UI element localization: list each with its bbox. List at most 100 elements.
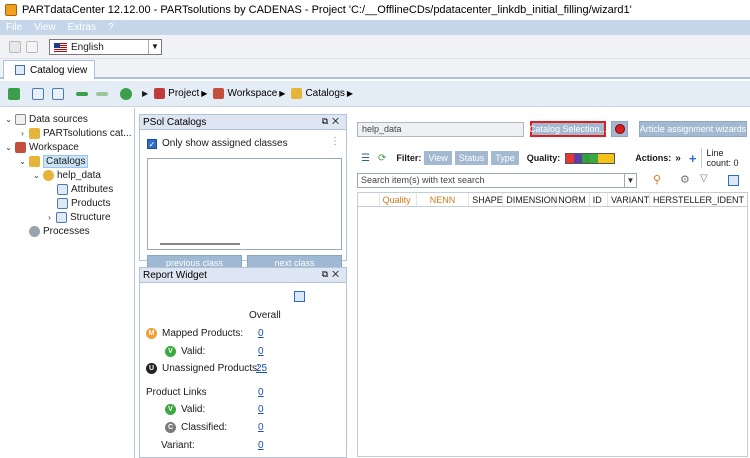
- tree-item-catalogs[interactable]: ⌄ Catalogs: [18, 154, 89, 168]
- results-table-header: Quality NENN SHAPE DIMENSION NORM ID VAR…: [357, 192, 748, 207]
- psol-header: PSol Catalogs ⧉✕: [139, 114, 347, 130]
- save-icon[interactable]: [728, 175, 739, 186]
- psol-title: PSol Catalogs: [143, 116, 207, 128]
- collapse-icon[interactable]: ⌄: [18, 157, 27, 166]
- report-title: Report Widget: [143, 269, 207, 281]
- sync-icon[interactable]: [120, 87, 132, 100]
- actions-more-button[interactable]: »: [675, 153, 681, 164]
- nav-chevron-icon[interactable]: ▶: [142, 89, 148, 98]
- tree-item-help-data[interactable]: ⌄ help_data: [32, 168, 101, 182]
- list-view-icon[interactable]: ☰: [361, 153, 370, 164]
- help-data-icon: [43, 169, 54, 181]
- filter-icon[interactable]: ▽: [700, 173, 708, 184]
- stop-button[interactable]: [611, 121, 628, 137]
- unassigned-products-link[interactable]: 25: [256, 363, 267, 374]
- chevron-right-icon[interactable]: ▶: [347, 89, 353, 98]
- pl-valid-label: Valid:: [181, 404, 206, 415]
- collapse-icon[interactable]: ⌄: [32, 171, 41, 180]
- quality-label: Quality:: [526, 153, 561, 163]
- filter-type-dropdown[interactable]: Type: [491, 151, 519, 165]
- mapped-products-link[interactable]: 0: [258, 328, 264, 339]
- refresh-icon[interactable]: ⟳: [378, 153, 386, 164]
- valid-link[interactable]: 0: [258, 346, 264, 357]
- column-dimension[interactable]: DIMENSION: [503, 193, 557, 206]
- quality-bar[interactable]: [565, 152, 616, 164]
- arrow-right-icon[interactable]: [96, 91, 108, 96]
- arrow-left-icon[interactable]: [76, 91, 88, 96]
- variant-link[interactable]: 0: [258, 440, 264, 451]
- tree-item-data-sources[interactable]: ⌄ Data sources: [4, 112, 88, 126]
- pl-valid-link[interactable]: 0: [258, 404, 264, 415]
- panel-controls[interactable]: ⧉✕: [322, 269, 343, 280]
- gear-icon[interactable]: ⚙: [680, 173, 690, 186]
- chevron-right-icon[interactable]: ▶: [279, 89, 285, 98]
- filter-view-dropdown[interactable]: View: [424, 151, 452, 165]
- only-assigned-checkbox[interactable]: ✓ Only show assigned classes: [147, 138, 288, 149]
- tree-label: Products: [71, 197, 111, 209]
- tree-item-attributes[interactable]: Attributes: [55, 182, 113, 196]
- menu-help[interactable]: ?: [108, 22, 114, 33]
- collapse-icon[interactable]: ⌄: [4, 115, 13, 124]
- back-icon[interactable]: [8, 87, 20, 100]
- catalog-field[interactable]: help_data: [357, 122, 524, 137]
- article-assignment-wizards-button[interactable]: Article assignment wizards: [639, 121, 747, 137]
- tree-item-workspace[interactable]: ⌄ Workspace: [4, 140, 79, 154]
- chevron-down-icon[interactable]: ▼: [624, 174, 636, 187]
- quality-segment: [598, 153, 607, 163]
- split-pane-icon[interactable]: [52, 87, 64, 100]
- tree-item-structure[interactable]: › Structure: [45, 210, 111, 224]
- search-icon[interactable]: ⚲: [653, 173, 661, 186]
- gear-icon: [29, 225, 40, 237]
- breadcrumb-catalogs[interactable]: Catalogs ▶: [291, 88, 353, 99]
- column-quality[interactable]: Quality: [380, 193, 417, 206]
- breadcrumb-workspace[interactable]: Workspace ▶: [213, 88, 285, 99]
- tab-catalog-view[interactable]: Catalog view: [3, 60, 96, 79]
- product-links-link[interactable]: 0: [258, 387, 264, 398]
- classified-label: Classified:: [181, 422, 228, 433]
- collapse-icon[interactable]: ⌄: [4, 143, 13, 152]
- document-icon[interactable]: [26, 40, 38, 53]
- workspace-icon: [15, 141, 26, 153]
- column-nenn[interactable]: NENN: [417, 193, 470, 206]
- chevron-right-icon[interactable]: ▶: [201, 89, 207, 98]
- add-icon[interactable]: +: [689, 151, 697, 166]
- column-id[interactable]: ID: [590, 193, 608, 206]
- tree-item-products[interactable]: Products: [55, 196, 110, 210]
- save-icon[interactable]: [294, 291, 305, 302]
- single-pane-icon[interactable]: [32, 87, 44, 100]
- classified-link[interactable]: 0: [258, 422, 264, 433]
- refresh-icon[interactable]: [9, 40, 21, 53]
- classified-row: C Classified:: [165, 422, 227, 433]
- workspace-icon: [213, 88, 225, 99]
- catalog-selection-button[interactable]: Catalog Selection...: [529, 121, 607, 137]
- tree-item-partsolutions[interactable]: › PARTsolutions cat...: [18, 126, 132, 140]
- column-hersteller-ident[interactable]: HERSTELLER_IDENT: [650, 193, 747, 206]
- filter-status-dropdown[interactable]: Status: [454, 151, 489, 165]
- tree-item-processes[interactable]: Processes: [18, 224, 90, 238]
- chevron-down-icon[interactable]: ▼: [148, 40, 161, 54]
- item-search-input[interactable]: Search item(s) with text search ▼: [357, 173, 637, 188]
- language-select[interactable]: English ▼: [49, 39, 162, 55]
- class-list[interactable]: [147, 158, 342, 250]
- classified-icon: C: [165, 422, 176, 433]
- column-variant[interactable]: VARIANT: [608, 193, 650, 206]
- panel-controls[interactable]: ⧉✕: [322, 116, 343, 127]
- breadcrumb-project[interactable]: Project ▶: [154, 88, 207, 99]
- results-table-body[interactable]: [357, 207, 748, 457]
- checkbox-checked-icon[interactable]: ✓: [147, 138, 157, 149]
- filter-type-label: Type: [495, 153, 515, 163]
- filter-settings-icon[interactable]: ⋮: [330, 136, 340, 147]
- expand-icon[interactable]: ›: [45, 213, 54, 222]
- column-checkbox[interactable]: [358, 193, 380, 206]
- window-title: PARTdataCenter 12.12.00 - PARTsolutions …: [22, 4, 632, 16]
- menu-view[interactable]: View: [34, 22, 56, 33]
- column-shape[interactable]: SHAPE: [469, 193, 504, 206]
- menu-extras[interactable]: Extras: [68, 22, 96, 33]
- quality-segment: [582, 153, 591, 163]
- unassigned-label: Unassigned Products:: [162, 363, 260, 374]
- expand-icon[interactable]: ›: [18, 129, 27, 138]
- column-norm[interactable]: NORM: [555, 193, 590, 206]
- search-placeholder: Search item(s) with text search: [361, 175, 485, 185]
- tree-label: help_data: [57, 169, 101, 181]
- menu-file[interactable]: File: [6, 22, 22, 33]
